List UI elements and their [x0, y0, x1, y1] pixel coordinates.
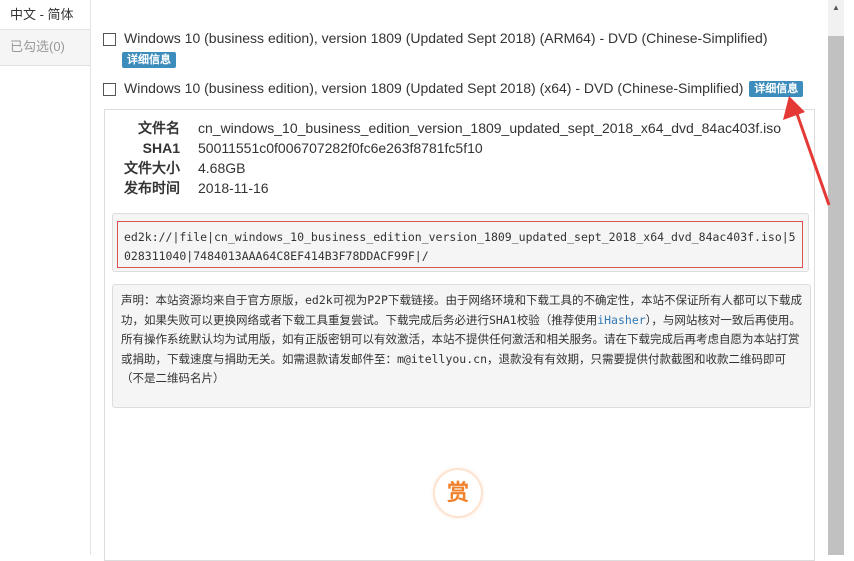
scrollbar-thumb[interactable]: [828, 36, 844, 555]
sidebar: 中文 - 简体 已勾选(0): [0, 0, 91, 555]
size-value: 4.68GB: [198, 160, 246, 176]
list-item-badge-row: 详细信息: [122, 51, 176, 69]
date-label: 发布时间: [124, 180, 180, 196]
item-label: Windows 10 (business edition), version 1…: [124, 80, 744, 96]
details-button[interactable]: 详细信息: [122, 52, 176, 69]
item-checkbox[interactable]: [103, 82, 116, 96]
tab-chinese-simplified[interactable]: 中文 - 简体: [0, 0, 90, 30]
size-label: 文件大小: [124, 160, 180, 176]
ed2k-container: ed2k://|file|cn_windows_10_business_edit…: [112, 213, 809, 272]
details-button[interactable]: 详细信息: [749, 81, 804, 98]
scroll-up-icon[interactable]: ▲: [828, 0, 844, 16]
window-edge: [844, 0, 854, 555]
sha1-label: SHA1: [142, 140, 180, 156]
filename-label: 文件名: [138, 120, 180, 136]
reward-button[interactable]: 赏: [435, 470, 481, 516]
detail-panel: 文件名 cn_windows_10_business_edition_versio…: [104, 109, 815, 561]
filename-value: cn_windows_10_business_edition_version_1…: [198, 120, 782, 136]
date-value: 2018-11-16: [198, 180, 269, 196]
main-content: Windows 10 (business edition), version 1…: [91, 0, 828, 561]
tab-selected-count[interactable]: 已勾选(0): [0, 30, 90, 66]
item-checkbox[interactable]: [103, 32, 116, 46]
item-label: Windows 10 (business edition), version 1…: [124, 30, 768, 46]
sha1-value: 50011551c0f006707282f0fc6e263f8781fc5f10: [198, 140, 483, 156]
list-item: Windows 10 (business edition), version 1…: [103, 30, 768, 46]
list-item: Windows 10 (business edition), version 1…: [103, 80, 804, 98]
disclaimer: 声明：本站资源均来自于官方原版，ed2k可视为P2P下载链接。由于网络环境和下载…: [112, 284, 811, 408]
file-info: 文件名 cn_windows_10_business_edition_versio…: [123, 118, 781, 198]
ed2k-link[interactable]: ed2k://|file|cn_windows_10_business_edit…: [117, 221, 803, 268]
ihasher-link[interactable]: iHasher: [597, 313, 645, 327]
